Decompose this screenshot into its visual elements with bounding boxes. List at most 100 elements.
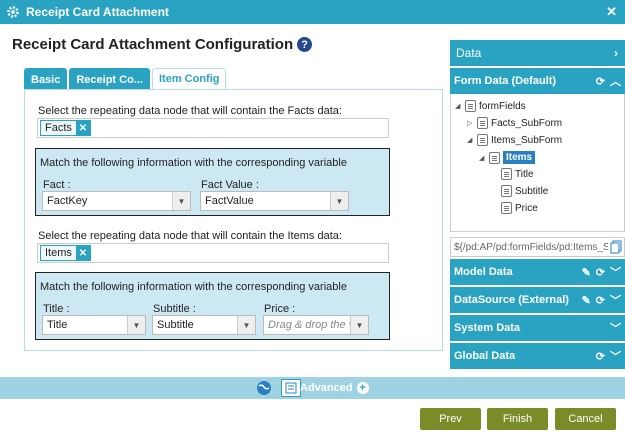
- tree-node[interactable]: ◢ Items_SubForm: [467, 134, 562, 146]
- global-data-header[interactable]: Global Data ⟳ ﹀: [450, 343, 625, 369]
- field-icon: [501, 202, 512, 214]
- system-data-header[interactable]: System Data ﹀: [450, 315, 625, 341]
- form-icon: [477, 134, 488, 146]
- fact-select-value: FactKey: [47, 195, 88, 207]
- facts-token-label: Facts: [45, 122, 72, 134]
- help-icon[interactable]: ?: [297, 37, 313, 52]
- fact-value-select-value: FactValue: [205, 195, 254, 207]
- tree-node[interactable]: ▷ Facts_SubForm: [467, 117, 562, 129]
- chevron-up-icon[interactable]: ︿: [610, 73, 621, 89]
- repeating-node-icon: [489, 151, 500, 164]
- advanced-bar: Advanced +: [0, 377, 625, 399]
- window-title: Receipt Card Attachment: [26, 5, 169, 19]
- fact-select[interactable]: FactKey ▼: [42, 191, 191, 211]
- tree-node-selected[interactable]: ◢ Items: [479, 151, 536, 164]
- chevron-down-icon: ▼: [127, 316, 145, 334]
- items-token-label: Items: [45, 247, 72, 259]
- model-data-header[interactable]: Model Data ✎ ⟳ ﹀: [450, 259, 625, 285]
- tree-node[interactable]: Subtitle: [501, 185, 548, 197]
- price-label: Price :: [264, 303, 296, 315]
- chevron-down-icon: ▼: [172, 192, 190, 210]
- advanced-toggle[interactable]: Advanced +: [300, 377, 369, 399]
- chevron-down-icon[interactable]: ﹀: [610, 292, 621, 308]
- items-token: Items ✕: [40, 245, 91, 261]
- plus-icon: +: [356, 382, 369, 394]
- refresh-icon[interactable]: ⟳: [596, 294, 605, 307]
- chevron-down-icon[interactable]: ﹀: [610, 348, 621, 364]
- facts-match-box: Match the following information with the…: [35, 148, 390, 216]
- tab-item-config[interactable]: Item Config: [151, 68, 227, 90]
- tab-receipt-config[interactable]: Receipt Co...: [69, 68, 150, 90]
- tree-node[interactable]: Title: [501, 168, 534, 180]
- items-node-input[interactable]: Items ✕: [37, 243, 389, 263]
- remove-facts-icon[interactable]: ✕: [75, 121, 90, 135]
- prev-button[interactable]: Prev: [420, 408, 481, 430]
- refresh-icon[interactable]: ⟳: [596, 266, 605, 279]
- form-tab-icon[interactable]: [281, 379, 301, 397]
- form-data-header[interactable]: Form Data (Default) ⟳ ︿: [450, 68, 625, 94]
- field-icon: [501, 168, 512, 180]
- chevron-down-icon: ▼: [237, 316, 255, 334]
- items-node-label: Select the repeating data node that will…: [38, 230, 342, 242]
- page-title: Receipt Card Attachment Configuration ?: [12, 36, 313, 53]
- expand-arrow-icon[interactable]: ▷: [467, 119, 477, 127]
- subtitle-select[interactable]: Subtitle ▼: [152, 315, 256, 335]
- tab-strip: Basic Receipt Co... Item Config: [24, 68, 227, 90]
- fact-value-select[interactable]: FactValue ▼: [200, 191, 349, 211]
- data-panel-header[interactable]: Data ›: [450, 40, 625, 66]
- chevron-down-icon: ▼: [330, 192, 348, 210]
- title-select-value: Title: [47, 319, 68, 331]
- form-data-tree: ◢ formFields ▷ Facts_SubForm ◢ Items_SubFor…: [450, 94, 625, 232]
- refresh-icon[interactable]: ⟳: [596, 75, 605, 88]
- facts-node-label: Select the repeating data node that will…: [38, 105, 342, 117]
- chevron-down-icon[interactable]: ﹀: [610, 264, 621, 280]
- system-data-label: System Data: [454, 322, 521, 334]
- data-panel: Data › Form Data (Default) ⟳ ︿ ◢ formFiel…: [450, 40, 625, 369]
- advanced-label: Advanced: [300, 382, 353, 394]
- field-icon: [501, 185, 512, 197]
- tree-node[interactable]: ◢ formFields: [455, 100, 526, 112]
- title-label: Title :: [43, 303, 70, 315]
- subtitle-select-value: Subtitle: [157, 319, 194, 331]
- chevron-down-icon: ▼: [350, 316, 368, 334]
- data-panel-title: Data: [456, 46, 482, 60]
- price-select[interactable]: Drag & drop the vari ▼: [263, 315, 369, 335]
- collapse-arrow-icon[interactable]: ◢: [479, 154, 489, 162]
- facts-node-input[interactable]: Facts ✕: [37, 118, 389, 138]
- cancel-button[interactable]: Cancel: [555, 408, 616, 430]
- price-select-placeholder: Drag & drop the vari: [268, 319, 350, 331]
- tab-basic[interactable]: Basic: [24, 68, 68, 90]
- subtitle-label: Subtitle :: [153, 303, 196, 315]
- datasource-header[interactable]: DataSource (External) ✎ ⟳ ﹀: [450, 287, 625, 313]
- datasource-label: DataSource (External): [454, 294, 569, 306]
- chevron-right-icon[interactable]: ›: [614, 46, 618, 60]
- collapse-arrow-icon[interactable]: ◢: [467, 136, 477, 144]
- item-config-panel: Select the repeating data node that will…: [24, 89, 443, 351]
- title-bar: Receipt Card Attachment ✕: [0, 0, 625, 24]
- facts-match-title: Match the following information with the…: [40, 157, 347, 169]
- edit-icon[interactable]: ✎: [582, 266, 591, 279]
- title-select[interactable]: Title ▼: [42, 315, 146, 335]
- page-heading: Receipt Card Attachment Configuration: [12, 36, 294, 53]
- chevron-down-icon[interactable]: ﹀: [610, 320, 621, 336]
- form-icon: [477, 117, 488, 129]
- globe-icon[interactable]: [256, 380, 272, 396]
- form-data-title: Form Data (Default): [454, 75, 557, 87]
- expression-text: ${/pd:AP/pd:formFields/pd:Items_Su: [454, 241, 616, 253]
- global-data-label: Global Data: [454, 350, 516, 362]
- refresh-icon[interactable]: ⟳: [596, 350, 605, 363]
- collapse-arrow-icon[interactable]: ◢: [455, 102, 465, 110]
- gear-icon: [6, 5, 20, 19]
- remove-items-icon[interactable]: ✕: [75, 246, 90, 260]
- expression-field[interactable]: ${/pd:AP/pd:formFields/pd:Items_Su: [450, 237, 625, 257]
- model-data-label: Model Data: [454, 266, 513, 278]
- edit-icon[interactable]: ✎: [582, 294, 591, 307]
- facts-token: Facts ✕: [40, 120, 91, 136]
- copy-icon[interactable]: [608, 238, 624, 256]
- finish-button[interactable]: Finish: [487, 408, 548, 430]
- fact-value-label: Fact Value :: [201, 179, 259, 191]
- close-icon[interactable]: ✕: [606, 4, 617, 20]
- items-match-title: Match the following information with the…: [40, 281, 347, 293]
- tree-node[interactable]: Price: [501, 202, 538, 214]
- fact-label: Fact :: [43, 179, 71, 191]
